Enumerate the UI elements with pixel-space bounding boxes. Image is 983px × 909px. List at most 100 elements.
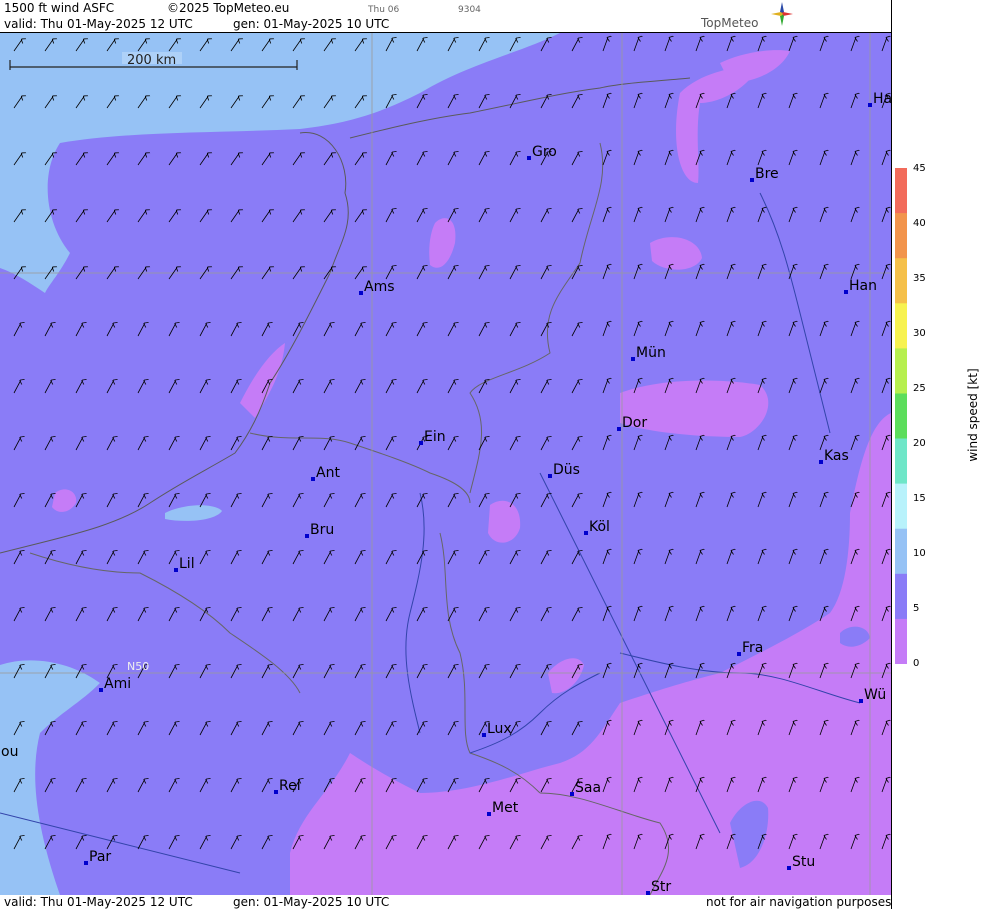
- legend-tick: 40: [913, 218, 926, 229]
- city-label: Ami: [104, 676, 131, 692]
- city-label: Par: [89, 849, 111, 865]
- city-marker[interactable]: Ami: [99, 676, 131, 692]
- legend-swatch: [895, 393, 907, 440]
- legend-tick: 30: [913, 328, 926, 339]
- city-dot: [787, 866, 791, 870]
- city-marker[interactable]: Dor: [617, 415, 647, 431]
- city-dot: [570, 792, 574, 796]
- legend-swatch: [895, 438, 907, 485]
- city-label: Ams: [364, 279, 395, 295]
- city-dot: [548, 474, 552, 478]
- legend-swatch: [895, 213, 907, 259]
- city-marker[interactable]: Mün: [631, 345, 666, 361]
- city-label: Kas: [824, 448, 849, 464]
- city-dot: [482, 733, 486, 737]
- wind-map[interactable]: 200 km N50 Gro Bre Ha Ams Han Mün Dor Ein Kas Ant…: [0, 33, 891, 895]
- legend-swatch: [895, 348, 907, 394]
- topmeteo-logo[interactable]: TopMeteo: [701, 2, 796, 32]
- city-label: Fra: [742, 640, 763, 656]
- city-dot: [305, 534, 309, 538]
- legend-tick: 5: [913, 603, 920, 614]
- footer-generated-time: gen: 01-May-2025 10 UTC: [233, 895, 390, 909]
- city-marker[interactable]: Par: [84, 849, 111, 865]
- city-marker[interactable]: Han: [844, 278, 877, 294]
- city-label: Wü: [864, 687, 886, 703]
- city-label: Dor: [622, 415, 647, 431]
- city-label: Mün: [636, 345, 666, 361]
- city-marker[interactable]: Wü: [859, 687, 886, 703]
- city-dot: [617, 427, 621, 431]
- city-dot: [84, 861, 88, 865]
- city-label: Gro: [532, 144, 557, 160]
- city-dot: [819, 460, 823, 464]
- city-label: Lil: [179, 556, 195, 572]
- legend-swatch: [895, 258, 907, 304]
- legend-tick: 10: [913, 548, 926, 559]
- city-dot: [419, 441, 423, 445]
- legend-color-bar: [895, 168, 907, 664]
- city-dot: [737, 652, 741, 656]
- legend-swatch: [895, 168, 907, 214]
- legend-swatch: [895, 573, 907, 620]
- city-label: Stu: [792, 854, 815, 870]
- scale-bar-label: 200 km: [127, 53, 176, 68]
- small-day: Thu 06: [368, 5, 400, 15]
- city-label: Str: [651, 879, 671, 895]
- city-label: Bru: [310, 522, 334, 538]
- city-dot: [631, 357, 635, 361]
- city-marker[interactable]: Bre: [750, 166, 779, 182]
- legend-tick: 45: [913, 163, 926, 174]
- city-label: Ha: [873, 91, 891, 107]
- city-dot: [527, 156, 531, 160]
- legend-swatch: [895, 618, 907, 664]
- legend-tick: 0: [913, 658, 920, 669]
- city-label: Lux: [487, 721, 512, 737]
- map-footer: valid: Thu 01-May-2025 12 UTC gen: 01-Ma…: [0, 895, 891, 909]
- legend-swatch: [895, 303, 907, 349]
- city-marker[interactable]: Met: [487, 800, 519, 816]
- legend-swatch: [895, 528, 907, 575]
- city-label: Saa: [575, 780, 601, 796]
- legend-title: wind speed [kt]: [966, 368, 980, 462]
- city-label: ou: [1, 744, 18, 760]
- brand-name: TopMeteo: [701, 16, 759, 30]
- compass-star-icon: [771, 2, 793, 26]
- city-marker[interactable]: Ams: [359, 279, 395, 295]
- city-dot: [584, 531, 588, 535]
- city-label: Rei: [279, 778, 301, 794]
- disclaimer: not for air navigation purposes: [706, 895, 892, 909]
- city-marker[interactable]: Stu: [787, 854, 815, 870]
- city-dot: [487, 812, 491, 816]
- valid-time: valid: Thu 01-May-2025 12 UTC: [4, 17, 193, 31]
- city-dot: [844, 290, 848, 294]
- city-label: Met: [492, 800, 519, 816]
- city-dot: [311, 477, 315, 481]
- city-marker[interactable]: Ant: [311, 465, 340, 481]
- legend-swatch: [895, 483, 907, 530]
- map-right-border: [891, 0, 892, 909]
- legend-tick: 20: [913, 438, 926, 449]
- city-label: Köl: [589, 519, 610, 535]
- city-marker[interactable]: ou: [1, 744, 18, 760]
- small-code: 9304: [458, 5, 481, 15]
- city-label: Düs: [553, 462, 580, 478]
- product-title: 1500 ft wind ASFC: [4, 1, 115, 15]
- city-dot: [174, 568, 178, 572]
- footer-valid-time: valid: Thu 01-May-2025 12 UTC: [4, 895, 193, 909]
- generated-time: gen: 01-May-2025 10 UTC: [233, 17, 390, 31]
- city-marker[interactable]: Gro: [527, 144, 557, 160]
- city-dot: [359, 291, 363, 295]
- city-dot: [750, 178, 754, 182]
- city-marker[interactable]: Düs: [548, 462, 580, 478]
- city-dot: [859, 699, 863, 703]
- city-marker[interactable]: Lux: [482, 721, 512, 737]
- city-dot: [99, 688, 103, 692]
- city-marker[interactable]: Saa: [570, 780, 601, 796]
- wind-speed-legend: 45 40 35 30 25 20 15 10 5 0 wind speed [kt]: [893, 164, 983, 669]
- legend-tick: 35: [913, 273, 926, 284]
- city-marker[interactable]: Kas: [819, 448, 849, 464]
- latitude-label-n50: N50: [127, 660, 149, 673]
- city-label: Han: [849, 278, 877, 294]
- city-dot: [274, 790, 278, 794]
- city-marker[interactable]: Bru: [305, 522, 334, 538]
